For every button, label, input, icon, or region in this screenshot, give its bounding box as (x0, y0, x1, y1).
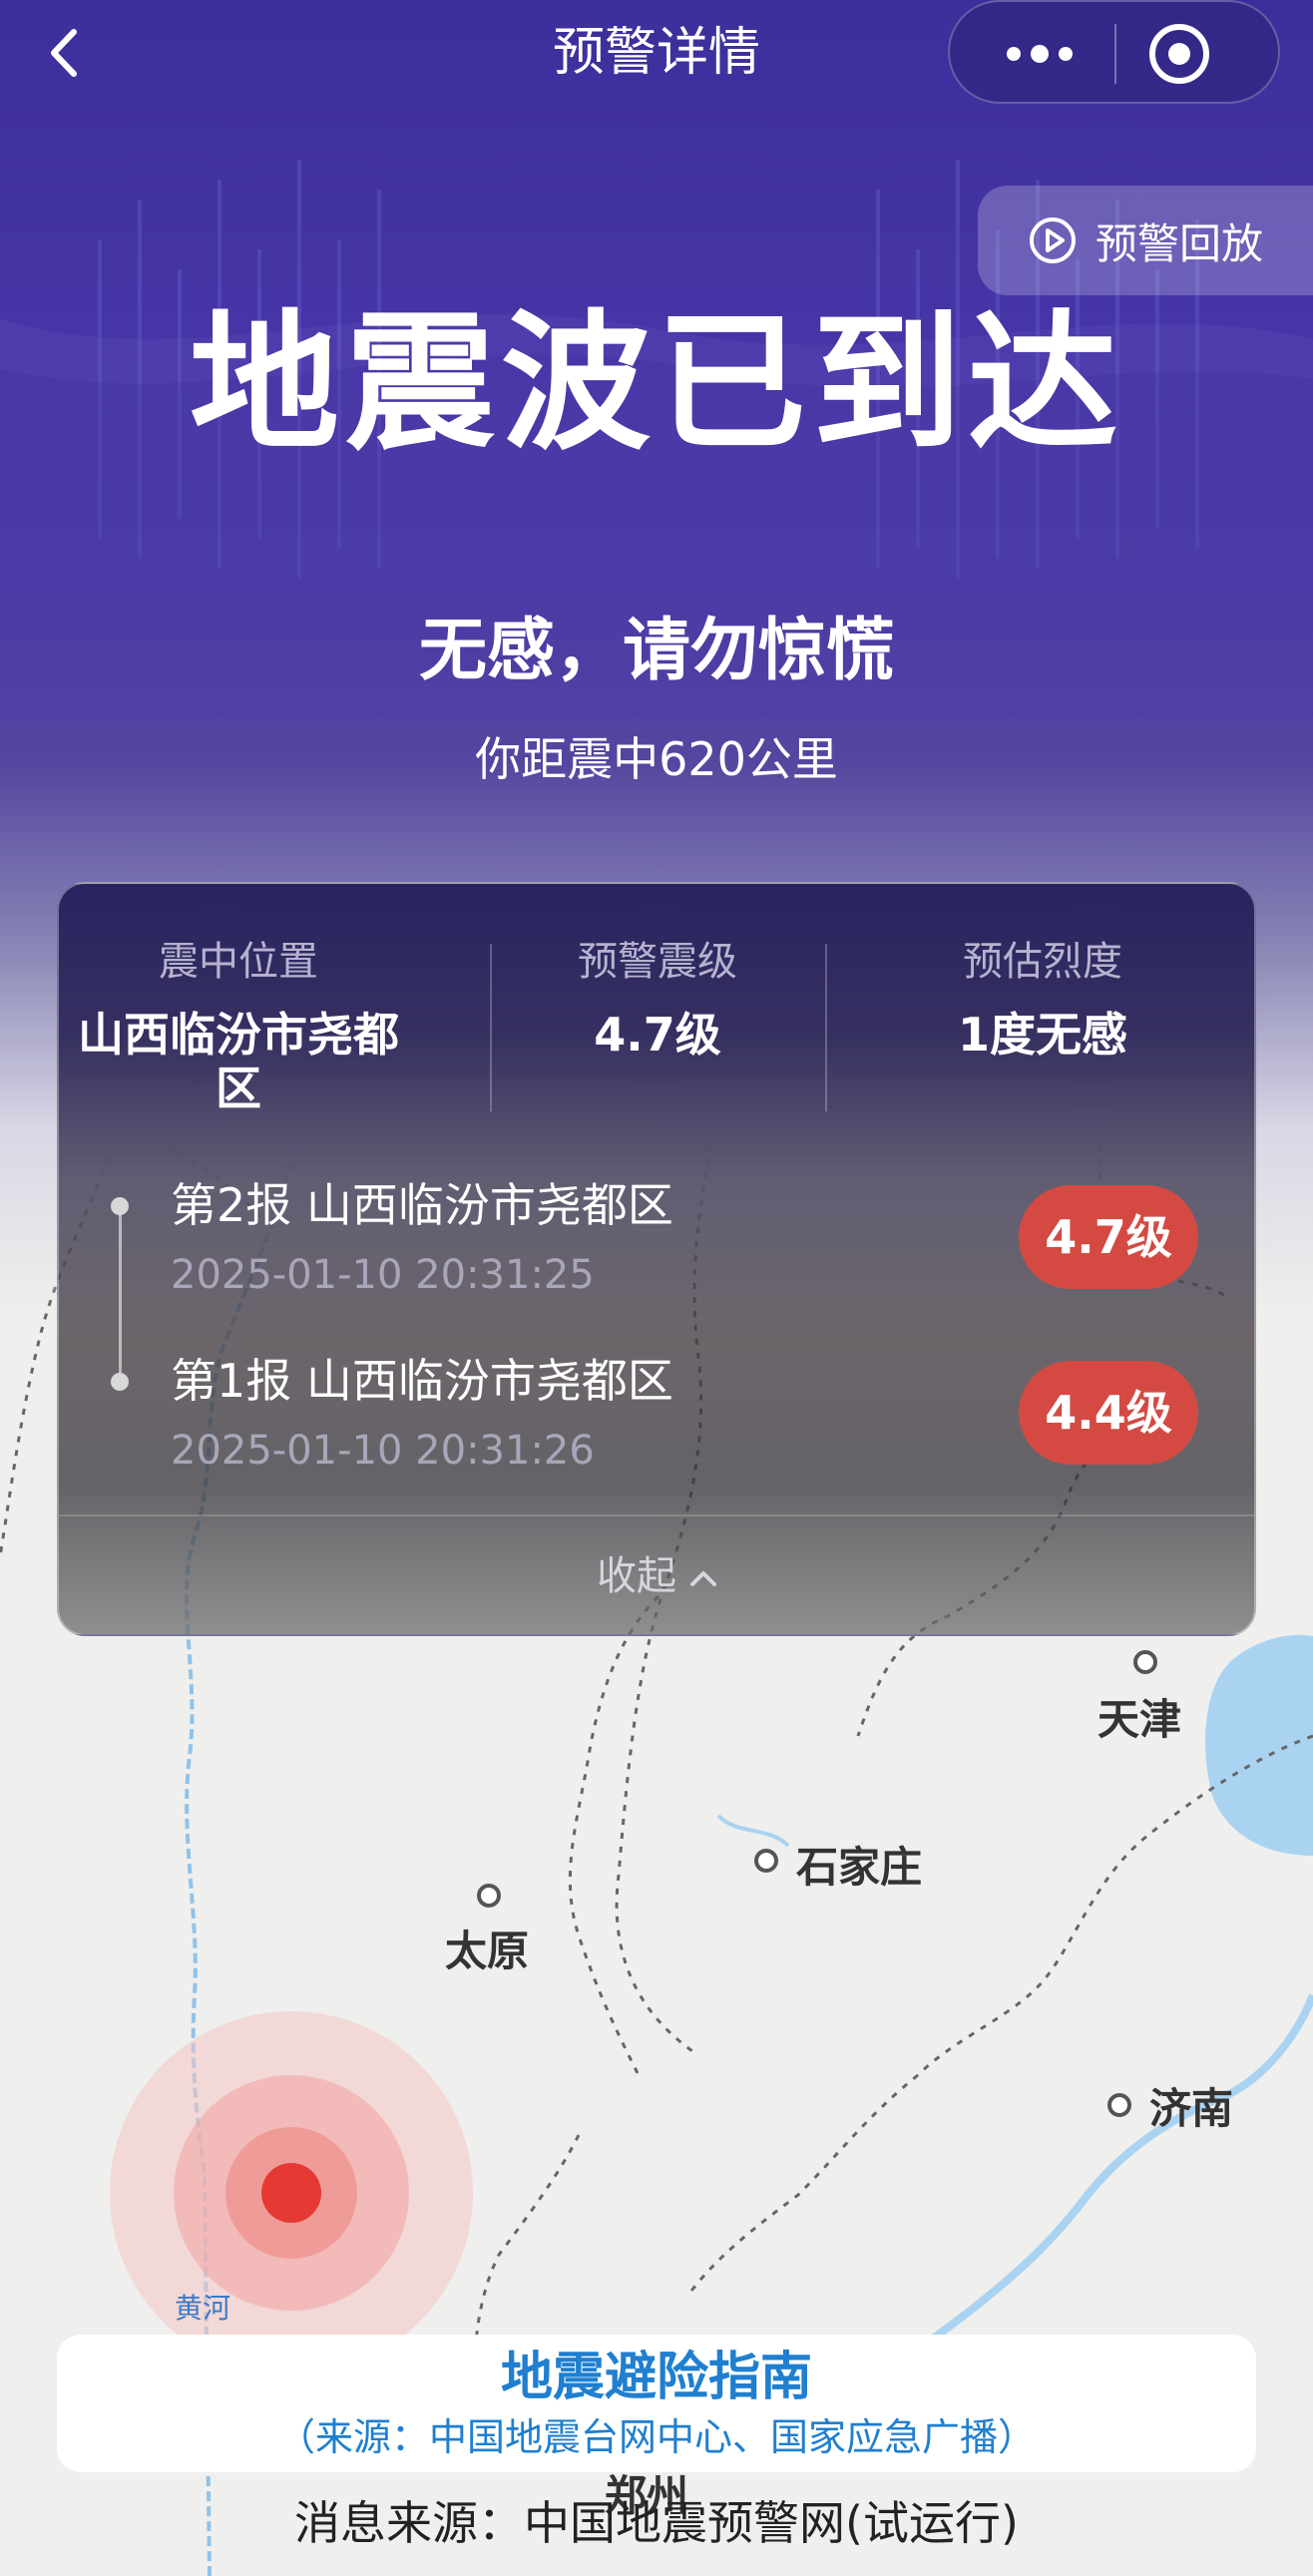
app-screen: 天津 石家庄 太原 济南 郑州 黄河 黄河 (0, 0, 1313, 2576)
collapse-label: 收起 (597, 1553, 676, 1599)
magnitude-badge: 4.4级 (1019, 1361, 1198, 1465)
capsule-divider (1114, 24, 1116, 84)
epicenter-marker (110, 2011, 473, 2374)
timeline-dot (111, 1373, 129, 1391)
alert-headline: 地震波已到达 (189, 297, 1123, 471)
collapse-button[interactable]: 收起 (59, 1516, 1254, 1634)
city-label-taiyuan: 太原 (445, 1927, 530, 1975)
stat-epicenter: 震中位置 山西临汾市尧都区 (59, 934, 418, 1115)
alert-subheadline: 无感，请勿惊慌 (418, 612, 894, 690)
stat-value: 山西临汾市尧都区 (78, 1008, 399, 1115)
report-time: 2025-01-10 20:31:26 (171, 1428, 595, 1474)
stat-value: 1度无感 (957, 1008, 1127, 1062)
replay-button-label: 预警回放 (1095, 218, 1264, 268)
distance-text: 你距震中620公里 (475, 732, 838, 786)
river-label-yellow: 黄河 (175, 2292, 231, 2325)
bohai-sea (1205, 1634, 1313, 1856)
replay-button[interactable]: 预警回放 (978, 186, 1313, 295)
chevron-up-icon (690, 1571, 716, 1586)
earthquake-info-card: 震中位置 山西临汾市尧都区 预警震级 4.7级 预估烈度 1度无感 第2报 山西… (57, 882, 1256, 1636)
guide-source: （来源：中国地震台网中心、国家应急广播） (276, 2415, 1036, 2459)
report-item[interactable]: 第2报 山西临汾市尧都区 2025-01-10 20:31:25 4.7级 (59, 1153, 1254, 1313)
stream (716, 1814, 790, 1848)
stat-label: 震中位置 (159, 939, 318, 985)
stat-intensity: 预估烈度 1度无感 (863, 934, 1222, 1062)
city-label-shijiazhuang: 石家庄 (796, 1843, 923, 1892)
city-label-jinan: 济南 (1149, 2084, 1234, 2133)
timeline-dot (111, 1197, 129, 1215)
stat-magnitude: 预警震级 4.7级 (478, 934, 837, 1062)
magnitude-badge: 4.7级 (1019, 1185, 1198, 1289)
stat-divider (825, 944, 827, 1111)
guide-title: 地震避险指南 (500, 2348, 812, 2407)
report-time: 2025-01-10 20:31:25 (171, 1252, 595, 1298)
stat-label: 预警震级 (578, 939, 737, 985)
stat-value: 4.7级 (594, 1008, 721, 1062)
mini-program-capsule (948, 0, 1280, 104)
report-title: 第1报 山西临汾市尧都区 (171, 1354, 673, 1408)
report-title: 第2报 山西临汾市尧都区 (171, 1178, 673, 1232)
earthquake-guide-link[interactable]: 地震避险指南 （来源：中国地震台网中心、国家应急广播） (57, 2335, 1256, 2472)
nav-bar: 预警详情 (0, 0, 1313, 110)
city-label-tianjin: 天津 (1097, 1695, 1182, 1744)
message-source: 消息来源：中国地震预警网(试运行) (294, 2496, 1019, 2550)
more-icon[interactable] (990, 22, 1090, 86)
stat-label: 预估烈度 (963, 939, 1122, 985)
close-target-icon[interactable] (1144, 19, 1214, 89)
play-icon (1030, 217, 1076, 263)
report-item[interactable]: 第1报 山西临汾市尧都区 2025-01-10 20:31:26 4.4级 (59, 1329, 1254, 1489)
